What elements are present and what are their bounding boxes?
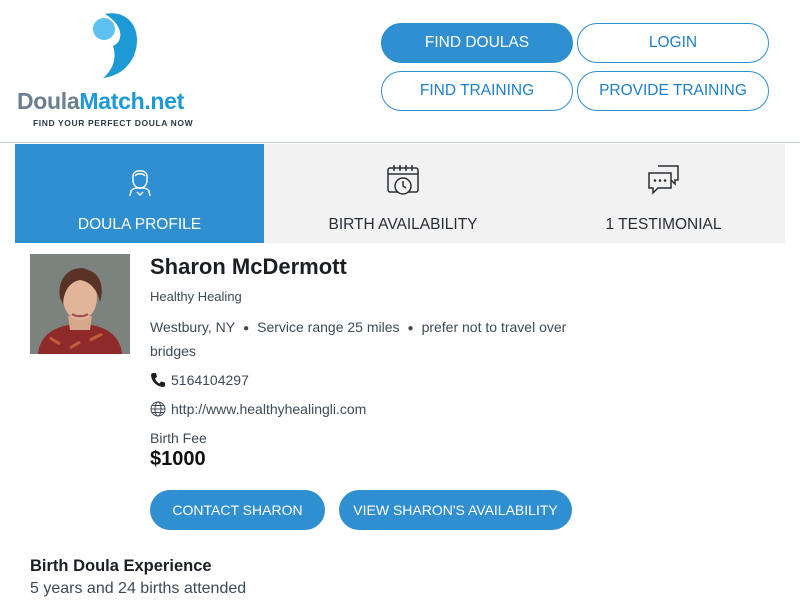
contact-button[interactable]: CONTACT SHARON xyxy=(150,490,325,530)
logo-tagline: FIND YOUR PERFECT DOULA NOW xyxy=(33,118,194,128)
logo-wordmark: DoulaMatch.net xyxy=(17,88,184,115)
site-logo[interactable]: DoulaMatch.net FIND YOUR PERFECT DOULA N… xyxy=(17,12,217,130)
separator-dot: ● xyxy=(243,323,250,334)
birth-fee-value: $1000 xyxy=(150,448,206,470)
location-city: Westbury, NY xyxy=(150,319,236,335)
service-range: Service range 25 miles xyxy=(257,319,400,335)
find-doulas-button[interactable]: FIND DOULAS xyxy=(381,23,573,63)
profile-tabs: DOULA PROFILE BIRTH AVAILABILITY 1 TESTI… xyxy=(15,144,785,243)
find-training-button[interactable]: FIND TRAINING xyxy=(381,71,573,111)
logo-mark-icon xyxy=(93,13,137,79)
calendar-clock-icon xyxy=(387,165,419,195)
profile-photo xyxy=(30,254,130,354)
phone-icon xyxy=(151,373,165,387)
logo-wordmark-part1: Doula xyxy=(17,88,80,114)
experience-title: Birth Doula Experience xyxy=(30,557,212,575)
tab-testimonials-label: 1 TESTIMONIAL xyxy=(605,216,722,233)
birth-fee-label: Birth Fee xyxy=(150,430,207,446)
logo-wordmark-part2: Match.net xyxy=(79,88,185,114)
location-info: Westbury, NY ● Service range 25 miles ● pref… xyxy=(150,316,610,362)
person-icon xyxy=(128,170,151,197)
tab-doula-profile-label: DOULA PROFILE xyxy=(77,216,202,233)
separator-dot: ● xyxy=(407,323,414,334)
tab-testimonials[interactable]: 1 TESTIMONIAL xyxy=(542,144,785,243)
phone-number[interactable]: 5164104297 xyxy=(171,372,249,388)
experience-text: 5 years and 24 births attended xyxy=(30,580,247,597)
tab-birth-availability[interactable]: BIRTH AVAILABILITY xyxy=(264,144,542,243)
tab-birth-availability-label: BIRTH AVAILABILITY xyxy=(328,216,478,233)
globe-icon xyxy=(150,401,166,417)
doula-name: Sharon McDermott xyxy=(150,254,347,279)
login-button[interactable]: LOGIN xyxy=(577,23,769,63)
tab-doula-profile[interactable]: DOULA PROFILE xyxy=(15,144,264,243)
provide-training-button[interactable]: PROVIDE TRAINING xyxy=(577,71,769,111)
chat-bubbles-icon xyxy=(647,165,679,195)
phone-row: 5164104297 xyxy=(150,372,249,388)
website-link[interactable]: http://www.healthyhealingli.com xyxy=(171,401,366,417)
view-availability-button[interactable]: VIEW SHARON'S AVAILABILITY xyxy=(339,490,572,530)
website-row: http://www.healthyhealingli.com xyxy=(150,401,366,417)
site-header: DoulaMatch.net FIND YOUR PERFECT DOULA N… xyxy=(0,0,800,143)
profile-photo-image xyxy=(30,254,130,354)
business-name: Healthy Healing xyxy=(150,289,242,304)
